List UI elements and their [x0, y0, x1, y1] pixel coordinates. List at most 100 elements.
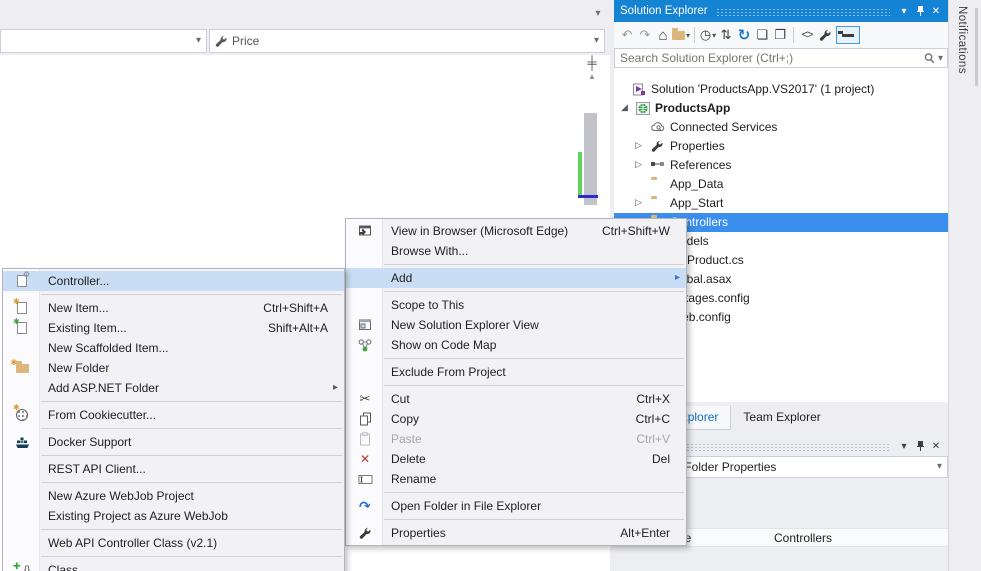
close-icon[interactable]: ✕: [928, 3, 944, 19]
menu-item-web-api-controller-class[interactable]: Web API Controller Class (v2.1): [3, 533, 344, 553]
window-position-icon[interactable]: ▾: [896, 3, 912, 19]
expander-expanded-icon[interactable]: ◢: [621, 102, 628, 113]
solution-explorer-titlebar[interactable]: Solution Explorer ▾ ✕: [614, 0, 948, 22]
tree-item-productsapp[interactable]: ◢ ProductsApp: [614, 99, 948, 118]
search-icon[interactable]: [923, 52, 936, 65]
collapse-all-icon[interactable]: ❏: [753, 25, 771, 45]
document-dropdown-icon[interactable]: ▾: [590, 6, 606, 22]
menu-item-open-folder-in-file-explorer[interactable]: ↷ Open Folder in File Explorer: [346, 496, 686, 516]
preview-selected-items-toggle[interactable]: [836, 26, 860, 44]
menu-item-add-aspnet-folder[interactable]: Add ASP.NET Folder ▸: [3, 378, 344, 398]
docker-icon: [11, 432, 33, 452]
menu-separator: [3, 291, 344, 298]
menu-item-rest-api-client[interactable]: REST API Client...: [3, 459, 344, 479]
expander-collapsed-icon[interactable]: ▷: [635, 159, 642, 170]
editor-splitter-icon[interactable]: ╪: [584, 56, 600, 71]
menu-item-from-cookiecutter[interactable]: From Cookiecutter...: [3, 405, 344, 425]
menu-separator: [346, 516, 686, 523]
expander-collapsed-icon[interactable]: ▷: [635, 197, 642, 208]
tree-item-app-start[interactable]: ▷ App_Start: [614, 194, 948, 213]
menu-item-new-scaffolded-item[interactable]: New Scaffolded Item...: [3, 338, 344, 358]
sidebar-scroll-hint: [975, 8, 978, 86]
delete-icon: ✕: [354, 449, 376, 469]
menu-item-new-item[interactable]: New Item... Ctrl+Shift+A: [3, 298, 344, 318]
window-position-icon[interactable]: ▾: [896, 438, 912, 454]
pin-icon[interactable]: [912, 438, 928, 454]
home-icon[interactable]: ⌂: [654, 25, 672, 45]
menu-item-paste: Paste Ctrl+V: [346, 429, 686, 449]
menu-separator: [3, 479, 344, 486]
menu-item-cut[interactable]: ✂ Cut Ctrl+X: [346, 389, 686, 409]
sync-with-active-document-icon[interactable]: ⇅: [717, 25, 735, 45]
pin-icon[interactable]: [912, 3, 928, 19]
view-code-icon[interactable]: <>: [798, 25, 816, 45]
close-icon[interactable]: ✕: [928, 438, 944, 454]
menu-item-new-solution-explorer-view[interactable]: New Solution Explorer View: [346, 315, 686, 335]
menu-item-existing-item[interactable]: Existing Item... Shift+Alt+A: [3, 318, 344, 338]
property-value[interactable]: Controllers: [774, 531, 832, 545]
tree-item-solution[interactable]: Solution 'ProductsApp.VS2017' (1 project…: [614, 80, 948, 99]
menu-item-new-azure-webjob-project[interactable]: New Azure WebJob Project: [3, 486, 344, 506]
menu-item-show-on-code-map[interactable]: Show on Code Map: [346, 335, 686, 355]
menu-separator: [3, 425, 344, 432]
code-map-icon: [354, 335, 376, 355]
menu-item-existing-project-as-azure-webjob[interactable]: Existing Project as Azure WebJob: [3, 506, 344, 526]
expander-collapsed-icon[interactable]: ▷: [635, 140, 642, 151]
refresh-icon[interactable]: ↻: [735, 25, 753, 45]
menu-separator: [346, 288, 686, 295]
chevron-down-icon: ▾: [594, 35, 599, 46]
menu-item-controller[interactable]: Controller...: [3, 271, 344, 291]
search-options-icon[interactable]: ▾: [938, 53, 943, 64]
controller-icon: [11, 271, 33, 291]
menu-item-view-in-browser[interactable]: View in Browser (Microsoft Edge) Ctrl+Sh…: [346, 221, 686, 241]
preview-selected-items-icon: [842, 34, 854, 37]
menu-item-copy[interactable]: Copy Ctrl+C: [346, 409, 686, 429]
changed-lines-marker: [578, 152, 582, 196]
menu-item-delete[interactable]: ✕ Delete Del: [346, 449, 686, 469]
cookiecutter-icon: [11, 405, 33, 425]
editor-navigation-bar: ▾ Price ▾: [0, 28, 610, 55]
new-solution-explorer-view-icon: [354, 315, 376, 335]
class-icon: [11, 560, 33, 571]
submenu-arrow-icon: ▸: [675, 272, 680, 283]
switch-views-icon[interactable]: ▾: [672, 25, 690, 45]
menu-separator: [346, 382, 686, 389]
chevron-down-icon: ▾: [937, 461, 942, 472]
tab-team-explorer[interactable]: Team Explorer: [731, 406, 832, 430]
chevron-down-icon: ▾: [196, 35, 201, 46]
scrollbar-up-arrow[interactable]: ▲: [585, 72, 599, 84]
tree-item-properties[interactable]: ▷ Properties: [614, 137, 948, 156]
context-menu: View in Browser (Microsoft Edge) Ctrl+Sh…: [345, 218, 687, 546]
properties-wrench-icon[interactable]: [816, 25, 834, 45]
toolbar-separator: [793, 27, 794, 43]
menu-item-add[interactable]: Add ▸: [346, 268, 686, 288]
property-wrench-icon: [215, 35, 228, 48]
paste-icon: [354, 429, 376, 449]
menu-item-scope-to-this[interactable]: Scope to This: [346, 295, 686, 315]
notifications-tab[interactable]: Notifications: [956, 6, 968, 74]
menu-separator: [346, 355, 686, 362]
solution-explorer-search: ▾: [614, 48, 948, 68]
menu-item-exclude-from-project[interactable]: Exclude From Project: [346, 362, 686, 382]
menu-item-rename[interactable]: Rename: [346, 469, 686, 489]
search-input[interactable]: [615, 51, 923, 65]
pending-changes-filter-icon[interactable]: ◷▾: [699, 25, 717, 45]
scrollbar-thumb[interactable]: [584, 113, 597, 205]
open-folder-icon: ↷: [352, 494, 378, 518]
types-dropdown[interactable]: ▾: [0, 29, 207, 53]
show-all-files-icon[interactable]: ❐: [771, 25, 789, 45]
menu-item-new-folder[interactable]: New Folder: [3, 358, 344, 378]
menu-item-class[interactable]: Class...: [3, 560, 344, 571]
tree-item-references[interactable]: ▷ References: [614, 156, 948, 175]
existing-item-icon: [11, 318, 33, 338]
tree-item-app-data[interactable]: App_Data: [614, 175, 948, 194]
members-dropdown[interactable]: Price ▾: [209, 29, 605, 53]
right-sidebar: Notifications: [948, 0, 981, 571]
forward-icon[interactable]: ↷: [636, 25, 654, 45]
tree-item-connected-services[interactable]: Connected Services: [614, 118, 948, 137]
back-icon[interactable]: ↶: [618, 25, 636, 45]
project-icon: [636, 102, 650, 115]
menu-item-browse-with[interactable]: Browse With...: [346, 241, 686, 261]
menu-item-properties[interactable]: Properties Alt+Enter: [346, 523, 686, 543]
menu-item-docker-support[interactable]: Docker Support: [3, 432, 344, 452]
